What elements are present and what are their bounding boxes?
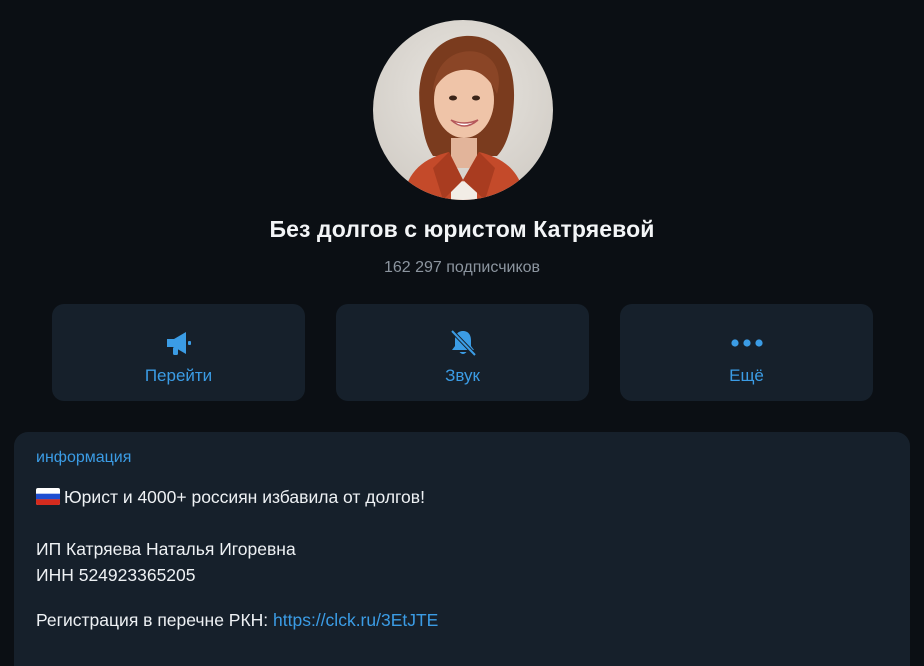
info-heading: информация (36, 449, 132, 466)
info-line-owner: ИП Катряева Наталья Игоревна (36, 539, 296, 559)
avatar-photo (373, 20, 553, 200)
go-button-label: Перейти (144, 366, 213, 385)
channel-title: Без долгов с юристом Катряевой (269, 216, 655, 242)
channel-profile-page: Без долгов с юристом Катряевой 162 297 п… (0, 0, 924, 666)
sound-button-label: Звук (445, 366, 480, 385)
info-card: информация Юрист и 4000+ россиян избавил… (14, 432, 910, 666)
action-buttons-row: Перейти Звук Ещё (52, 304, 874, 401)
sound-button[interactable]: Звук (336, 304, 589, 401)
go-button[interactable]: Перейти (52, 304, 305, 401)
registration-label: Регистрация в перечне РКН: (36, 610, 274, 630)
megaphone-icon (166, 332, 191, 355)
more-dots-icon (730, 339, 763, 347)
registration-link[interactable]: https://clck.ru/3EtJTE (273, 610, 438, 630)
info-line-debts: Юрист и 4000+ россиян избавила от долгов… (64, 487, 425, 507)
channel-avatar[interactable] (373, 20, 553, 200)
bell-muted-icon (450, 329, 476, 357)
russia-flag-icon (36, 488, 60, 510)
more-button-label: Ещё (729, 366, 764, 385)
info-line-registration: Регистрация в перечне РКН: https://clck.… (36, 610, 438, 631)
subscriber-count: 162 297 подписчиков (383, 259, 541, 276)
info-line-inn: ИНН 524923365205 (36, 565, 196, 585)
info-description: Юрист и 4000+ россиян избавила от долгов… (36, 487, 425, 510)
more-button[interactable]: Ещё (620, 304, 873, 401)
